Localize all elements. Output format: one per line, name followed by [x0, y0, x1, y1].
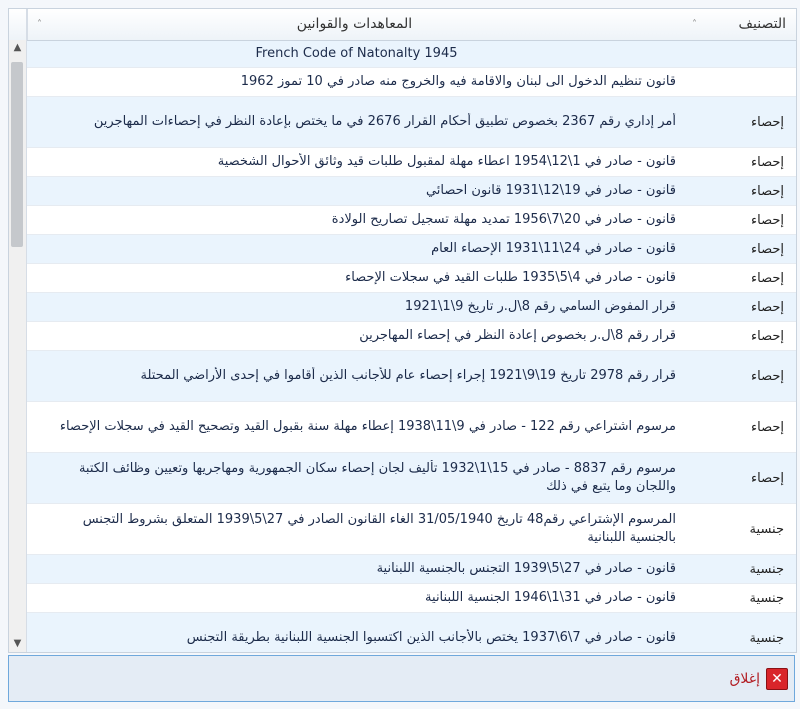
- cell-classification: [682, 41, 796, 67]
- cell-classification: جنسية: [749, 521, 784, 537]
- sort-indicator-icon: ˄: [692, 19, 697, 30]
- column-header-laws-label: المعاهدات والقوانين: [296, 16, 413, 32]
- table-row[interactable]: إحصاء قانون - صادر في 19\12\1931 قانون اح…: [27, 177, 796, 206]
- cell-law-title: قانون - صادر في 7\6\1937 يختص بالأجانب ا…: [27, 613, 682, 652]
- cell-law-text: قانون - صادر في 24\11\1931 الإحصاء العام: [431, 241, 676, 256]
- table-row[interactable]: French Code of Natonalty 1945: [27, 41, 796, 68]
- cell-law-text: قرار المفوض السامي رقم 8\ل.ر تاريخ 9\1\1…: [404, 299, 676, 314]
- cell-law-title: قانون - صادر في 31\1\1946 الجنسية اللبنا…: [27, 584, 682, 612]
- cell-law-text: قرار رقم 2978 تاريخ 19\9\1921 إجراء إحصا…: [140, 368, 676, 383]
- table-row[interactable]: قانون تنظيم الدخول الى لبنان والاقامة في…: [27, 68, 796, 97]
- cell-law-title: French Code of Natonalty 1945: [27, 41, 682, 67]
- scroll-down-icon[interactable]: ▼: [9, 636, 26, 652]
- cell-classification: إحصاء: [751, 470, 784, 486]
- table-row[interactable]: جنسية قانون - صادر في 27\5\1939 التجنس با…: [27, 555, 796, 584]
- column-header-classification[interactable]: ˄ التصنيف: [682, 9, 796, 40]
- table-row[interactable]: إحصاء قانون - صادر في 4\5\1935 طلبات القي…: [27, 264, 796, 293]
- cell-law-text: قانون - صادر في 7\6\1937 يختص بالأجانب ا…: [186, 630, 676, 645]
- cell-classification: إحصاء: [751, 419, 784, 435]
- cell-law-title: مرسوم اشتراعي رقم 122 - صادر في 9\11\193…: [27, 402, 682, 452]
- cell-law-title: المرسوم الإشتراعي رقم48 تاريخ 31/05/1940…: [27, 504, 682, 554]
- cell-law-text: قانون - صادر في 4\5\1935 طلبات القيد في …: [345, 270, 676, 285]
- cell-law-text: قانون - صادر في 27\5\1939 التجنس بالجنسي…: [376, 561, 676, 576]
- table-row[interactable]: إحصاء قرار رقم 2978 تاريخ 19\9\1921 إجراء…: [27, 351, 796, 402]
- cell-law-text: قرار رقم 8\ل.ر بخصوص إعادة النظر في إحصا…: [359, 328, 676, 343]
- cell-law-title: قانون - صادر في 24\11\1931 الإحصاء العام: [27, 235, 682, 263]
- cell-law-title: مرسوم رقم 8837 - صادر في 15\1\1932 تأليف…: [27, 453, 682, 503]
- close-icon: ✕: [766, 668, 788, 690]
- cell-law-title: قانون تنظيم الدخول الى لبنان والاقامة في…: [27, 68, 682, 96]
- cell-classification: إحصاء: [751, 114, 784, 130]
- column-header-classification-label: التصنيف: [738, 16, 786, 32]
- cell-law-text: مرسوم رقم 8837 - صادر في 15\1\1932 تأليف…: [78, 461, 676, 494]
- table-row[interactable]: إحصاء مرسوم رقم 8837 - صادر في 15\1\1932 …: [27, 453, 796, 504]
- dialog-footer: ✕ إغلاق: [8, 655, 795, 702]
- cell-law-title: قانون - صادر في 4\5\1935 طلبات القيد في …: [27, 264, 682, 292]
- cell-classification: إحصاء: [751, 183, 784, 199]
- scrollbar-thumb[interactable]: [11, 62, 23, 247]
- cell-law-text: قانون تنظيم الدخول الى لبنان والاقامة في…: [240, 74, 676, 89]
- cell-law-title: قانون - صادر في 1\12\1954 اعطاء مهلة لمق…: [27, 148, 682, 176]
- grid-header: ˄ المعاهدات والقوانين ˄ التصنيف: [9, 9, 796, 41]
- table-row[interactable]: جنسية قانون - صادر في 31\1\1946 الجنسية ا…: [27, 584, 796, 613]
- cell-law-title: قرار رقم 2978 تاريخ 19\9\1921 إجراء إحصا…: [27, 351, 682, 401]
- laws-grid[interactable]: ˄ المعاهدات والقوانين ˄ التصنيف French C…: [8, 8, 797, 653]
- cell-law-title: أمر إداري رقم 2367 بخصوص تطبيق أحكام الق…: [27, 97, 682, 147]
- table-row[interactable]: إحصاء قرار رقم 8\ل.ر بخصوص إعادة النظر في…: [27, 322, 796, 351]
- table-row[interactable]: إحصاء قرار المفوض السامي رقم 8\ل.ر تاريخ …: [27, 293, 796, 322]
- cell-law-text: قانون - صادر في 1\12\1954 اعطاء مهلة لمق…: [217, 154, 676, 169]
- cell-classification: جنسية: [749, 630, 784, 646]
- dialog-window: ˄ المعاهدات والقوانين ˄ التصنيف French C…: [0, 0, 800, 709]
- cell-classification: إحصاء: [751, 154, 784, 170]
- column-header-laws[interactable]: ˄ المعاهدات والقوانين: [26, 9, 682, 40]
- cell-law-title: قرار رقم 8\ل.ر بخصوص إعادة النظر في إحصا…: [27, 322, 682, 350]
- cell-law-text: قانون - صادر في 19\12\1931 قانون احصائي: [425, 183, 676, 198]
- close-button[interactable]: ✕ إغلاق: [730, 668, 788, 690]
- close-button-label: إغلاق: [729, 671, 760, 687]
- cell-classification: إحصاء: [751, 299, 784, 315]
- cell-classification: إحصاء: [751, 241, 784, 257]
- table-row[interactable]: إحصاء قانون - صادر في 20\7\1956 تمديد مهل…: [27, 206, 796, 235]
- cell-law-title: قانون - صادر في 27\5\1939 التجنس بالجنسي…: [27, 555, 682, 583]
- table-row[interactable]: إحصاء قانون - صادر في 1\12\1954 اعطاء مهل…: [27, 148, 796, 177]
- cell-law-title: قانون - صادر في 20\7\1956 تمديد مهلة تسج…: [27, 206, 682, 234]
- cell-classification: إحصاء: [751, 368, 784, 384]
- cell-law-text: مرسوم اشتراعي رقم 122 - صادر في 9\11\193…: [59, 419, 676, 434]
- cell-law-text: French Code of Natonalty 1945: [255, 46, 458, 61]
- table-row[interactable]: إحصاء قانون - صادر في 24\11\1931 الإحصاء …: [27, 235, 796, 264]
- cell-classification: جنسية: [749, 561, 784, 577]
- table-row[interactable]: إحصاء أمر إداري رقم 2367 بخصوص تطبيق أحكا…: [27, 97, 796, 148]
- cell-classification: إحصاء: [751, 328, 784, 344]
- cell-classification: إحصاء: [751, 212, 784, 228]
- scroll-up-icon[interactable]: ▲: [9, 40, 26, 56]
- cell-law-text: أمر إداري رقم 2367 بخصوص تطبيق أحكام الق…: [93, 114, 676, 129]
- table-row[interactable]: جنسية المرسوم الإشتراعي رقم48 تاريخ 31/05…: [27, 504, 796, 555]
- table-row[interactable]: إحصاء مرسوم اشتراعي رقم 122 - صادر في 9\1…: [27, 402, 796, 453]
- cell-classification: جنسية: [749, 590, 784, 606]
- cell-law-text: قانون - صادر في 31\1\1946 الجنسية اللبنا…: [425, 590, 676, 605]
- vertical-scrollbar[interactable]: ▲ ▼: [9, 40, 27, 652]
- cell-law-text: المرسوم الإشتراعي رقم48 تاريخ 31/05/1940…: [82, 512, 676, 545]
- sort-indicator-icon: ˄: [37, 19, 42, 30]
- cell-classification: إحصاء: [751, 270, 784, 286]
- table-row[interactable]: جنسية قانون - صادر في 7\6\1937 يختص بالأج…: [27, 613, 796, 652]
- cell-classification: [682, 68, 796, 96]
- cell-law-title: قانون - صادر في 19\12\1931 قانون احصائي: [27, 177, 682, 205]
- cell-law-title: قرار المفوض السامي رقم 8\ل.ر تاريخ 9\1\1…: [27, 293, 682, 321]
- cell-law-text: قانون - صادر في 20\7\1956 تمديد مهلة تسج…: [331, 212, 676, 227]
